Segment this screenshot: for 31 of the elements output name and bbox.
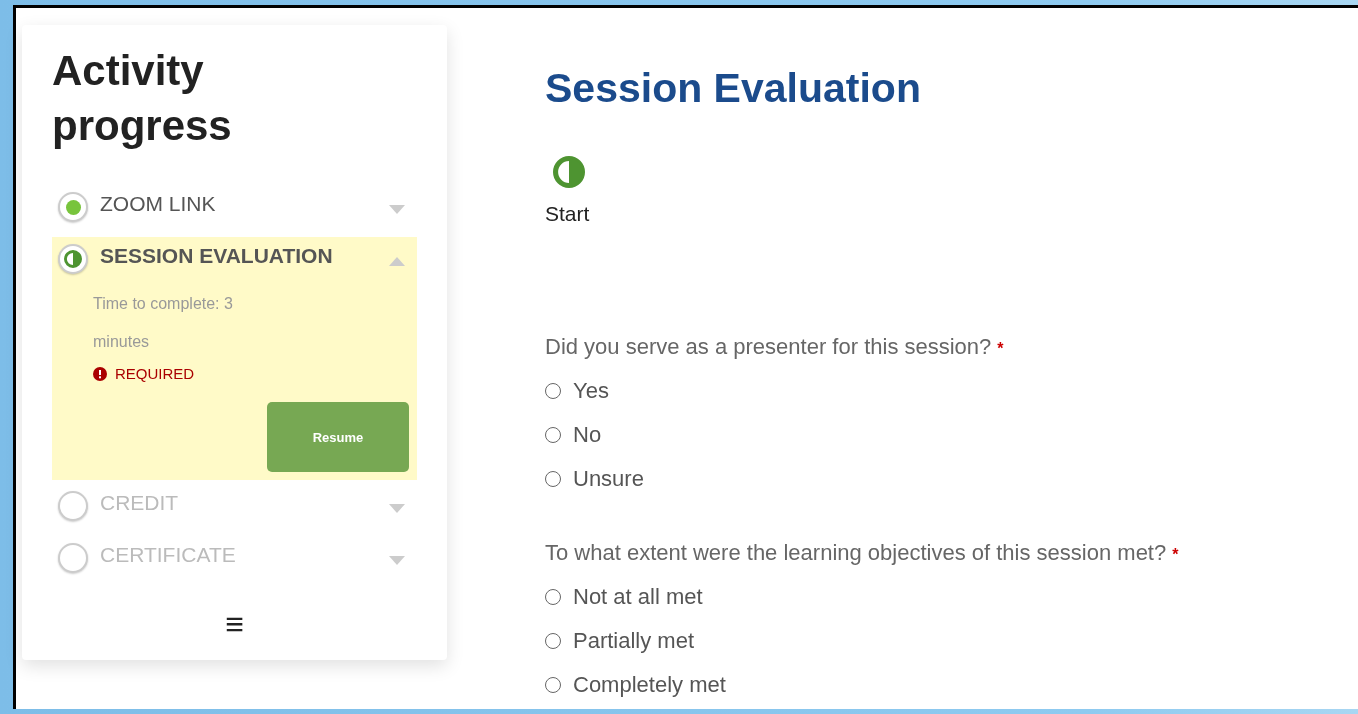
- question-text: Did you serve as a presenter for this session?: [545, 333, 992, 361]
- panel-title: Activity progress: [52, 46, 233, 151]
- option-label: Not at all met: [573, 583, 703, 611]
- radio-option[interactable]: Partially met: [545, 626, 1179, 656]
- radio-option[interactable]: Not at all met: [545, 582, 1179, 612]
- status-label: Start: [545, 202, 590, 226]
- radio-option[interactable]: Unsure: [545, 464, 1004, 494]
- radio-option[interactable]: Yes: [545, 376, 1004, 406]
- required-label: REQUIRED: [115, 365, 195, 382]
- activity-item[interactable]: ZOOM LINK: [100, 189, 389, 219]
- activity-item[interactable]: SESSION EVALUATION: [100, 241, 389, 271]
- page-title: Session Evaluation: [545, 64, 921, 113]
- option-label: Partially met: [573, 627, 695, 655]
- radio-option[interactable]: No: [545, 420, 1004, 450]
- option-label: No: [573, 421, 602, 449]
- radio-button[interactable]: [545, 589, 561, 605]
- required-asterisk: *: [997, 340, 1004, 358]
- exclamation-icon: [93, 366, 107, 381]
- option-label: Yes: [573, 377, 609, 405]
- radio-button[interactable]: [545, 383, 561, 399]
- menu-icon[interactable]: ≡: [225, 606, 244, 642]
- required-asterisk: *: [1172, 546, 1179, 564]
- question-text: To what extent were the learning objectives of this session met?: [545, 539, 1167, 567]
- time-to-complete: Time to complete: 3 minutes: [93, 294, 234, 352]
- radio-option[interactable]: Completely met: [545, 670, 1179, 700]
- radio-button[interactable]: [545, 427, 561, 443]
- option-label: Unsure: [573, 465, 644, 493]
- radio-button[interactable]: [545, 471, 561, 487]
- option-label: Completely met: [573, 671, 726, 699]
- radio-button[interactable]: [545, 633, 561, 649]
- radio-button[interactable]: [545, 677, 561, 693]
